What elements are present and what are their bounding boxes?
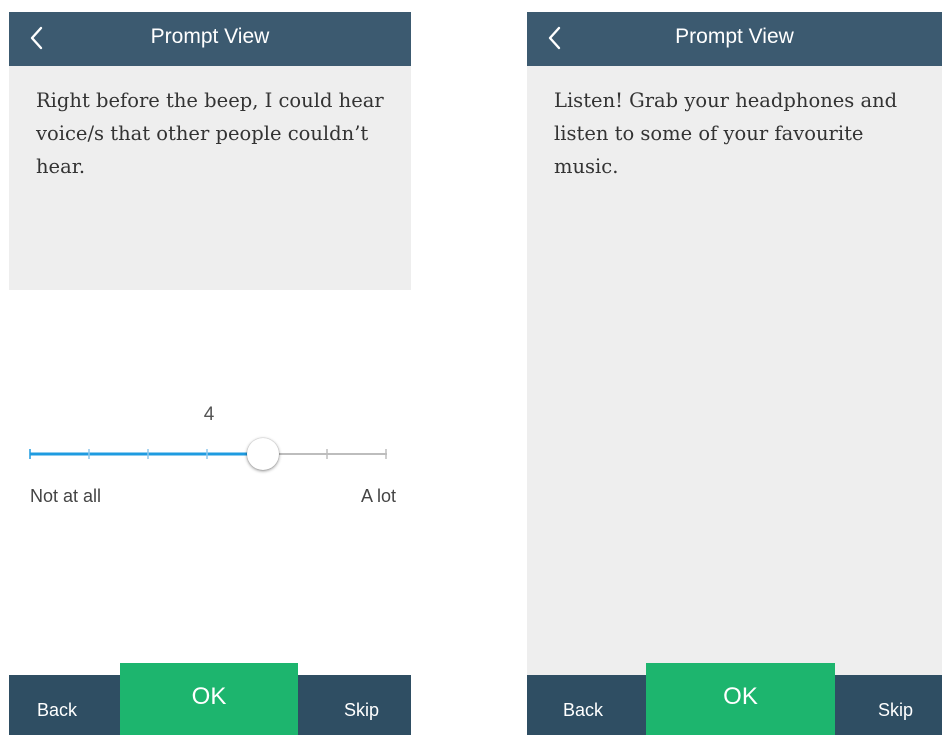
page-title: Prompt View (150, 25, 270, 48)
back-button[interactable]: Back (563, 675, 603, 735)
prompt-text: Right before the beep, I could hear voic… (9, 66, 411, 290)
slider-min-label: Not at all (30, 486, 102, 506)
skip-button[interactable]: Skip (878, 675, 913, 735)
header-bar: Prompt View (9, 12, 411, 66)
slider-thumb[interactable] (247, 438, 279, 470)
ok-button[interactable]: OK (646, 663, 835, 735)
prompt-text: Listen! Grab your headphones and listen … (527, 66, 942, 678)
slider-value: 4 (203, 404, 215, 425)
prompt-screen-rating: Prompt View Right before the beep, I cou… (9, 12, 411, 735)
slider-max-label: A lot (360, 486, 396, 506)
skip-button[interactable]: Skip (344, 675, 379, 735)
ok-button[interactable]: OK (120, 663, 298, 735)
rating-slider[interactable]: 4 Not at all A lot (9, 290, 411, 675)
bottom-bar: Back OK Skip (527, 663, 942, 735)
prompt-screen-suggestion: Prompt View Listen! Grab your headphones… (527, 12, 942, 735)
back-button[interactable]: Back (37, 675, 77, 735)
bottom-bar: Back OK Skip (9, 663, 411, 735)
page-title: Prompt View (675, 25, 794, 48)
slider-track[interactable] (9, 430, 409, 470)
header-bar: Prompt View (527, 12, 942, 66)
